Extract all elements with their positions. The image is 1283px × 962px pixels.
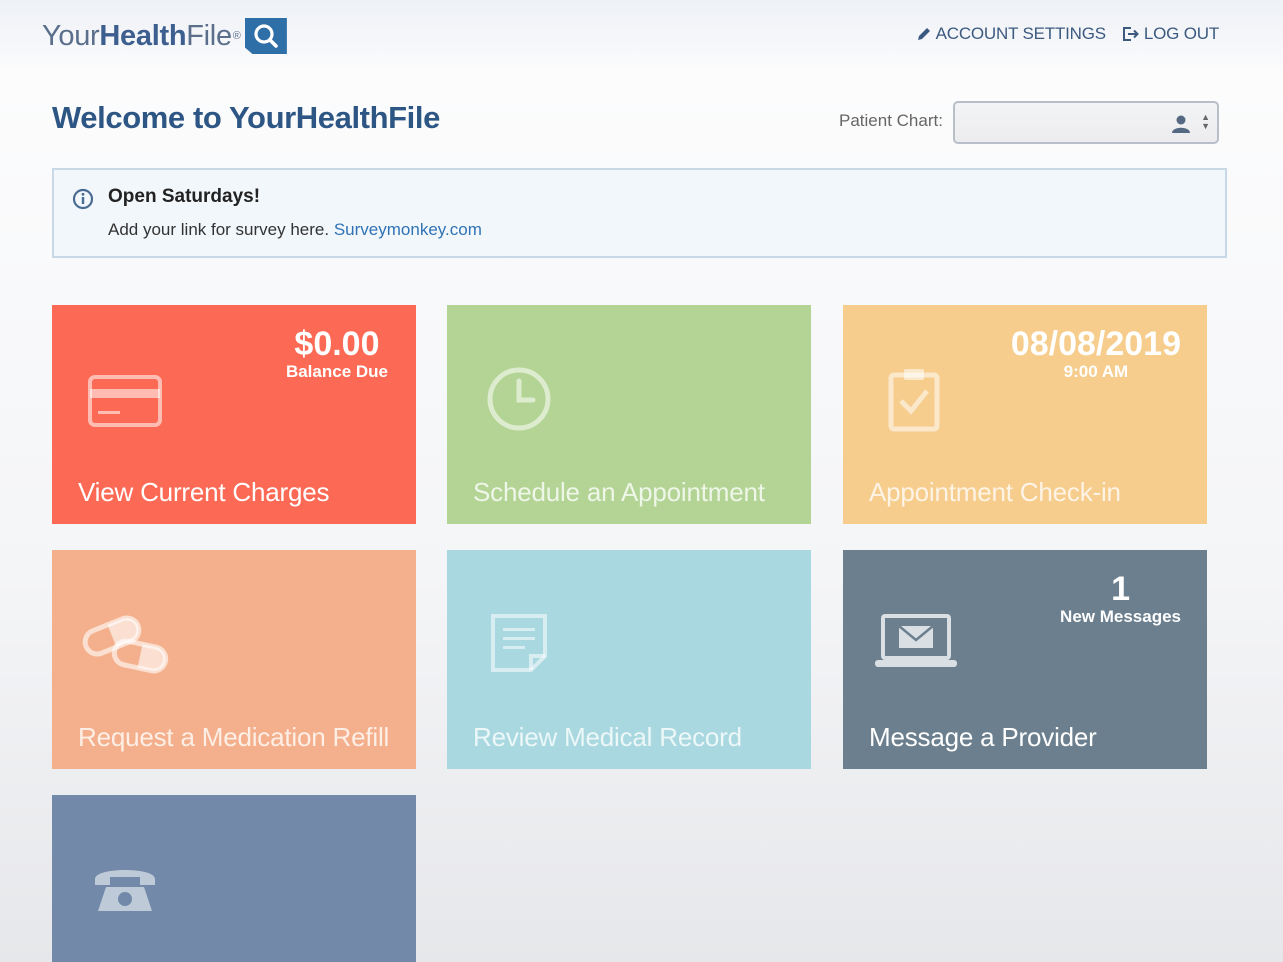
tile-appointment-check-in[interactable]: 08/08/2019 9:00 AM Appointment Check-in: [843, 305, 1207, 524]
pencil-icon: [917, 28, 930, 40]
tile-label: Appointment Check-in: [869, 477, 1121, 507]
logo[interactable]: YourHealthFile ®: [42, 16, 287, 56]
log-out-link[interactable]: LOG OUT: [1122, 24, 1219, 44]
notice-body: Add your link for survey here. Surveymon…: [108, 220, 482, 240]
document-icon: [491, 614, 547, 672]
search-icon: [244, 18, 287, 54]
info-icon: [72, 188, 94, 210]
notice-text: Add your link for survey here.: [108, 220, 330, 239]
logout-icon: [1122, 27, 1139, 41]
clock-icon: [487, 367, 551, 431]
top-bar: YourHealthFile ® ACCOUNT SETTINGS LOG OU…: [0, 0, 1283, 72]
tile-review-medical-record[interactable]: Review Medical Record: [447, 550, 811, 769]
tile-label: Review Medical Record: [473, 722, 742, 752]
notice-banner: Open Saturdays! Add your link for survey…: [52, 168, 1227, 258]
tile-message-provider[interactable]: 1 New Messages Message a Provider: [843, 550, 1207, 769]
pills-icon: [82, 615, 169, 674]
account-settings-link[interactable]: ACCOUNT SETTINGS: [916, 24, 1106, 44]
messages-caption: New Messages: [1060, 607, 1181, 626]
tile-label: Schedule an Appointment: [473, 477, 765, 507]
select-arrows-icon: ▲ ▼: [1201, 112, 1210, 131]
patient-chart-select[interactable]: ▲ ▼: [953, 101, 1219, 144]
logo-registered-mark: ®: [232, 30, 241, 42]
tile-label: Request a Medication Refill: [78, 722, 390, 752]
appointment-stat: 08/08/2019 9:00 AM: [1011, 325, 1181, 381]
log-out-label: LOG OUT: [1143, 24, 1219, 43]
tile-schedule-appointment[interactable]: Schedule an Appointment: [447, 305, 811, 524]
tile-contact-phone[interactable]: [52, 795, 416, 962]
tile-label: View Current Charges: [78, 477, 330, 507]
page: YourHealthFile ® ACCOUNT SETTINGS LOG OU…: [0, 0, 1283, 962]
appointment-time: 9:00 AM: [1063, 362, 1129, 381]
tile-view-current-charges[interactable]: $0.00 Balance Due View Current Charges: [52, 305, 416, 524]
notice-title: Open Saturdays!: [108, 186, 261, 207]
laptop-mail-icon: [875, 614, 957, 667]
telephone-icon: [95, 870, 155, 911]
page-title: Welcome to YourHealthFile: [52, 100, 440, 135]
messages-stat: 1 New Messages: [1060, 570, 1181, 626]
account-settings-label: ACCOUNT SETTINGS: [935, 24, 1106, 43]
tile-request-medication-refill[interactable]: Request a Medication Refill: [52, 550, 416, 769]
balance-stat: $0.00 Balance Due: [286, 325, 388, 381]
tile-label: Message a Provider: [869, 722, 1097, 752]
messages-count: 1: [1111, 570, 1130, 608]
survey-link[interactable]: Surveymonkey.com: [334, 220, 482, 239]
balance-caption: Balance Due: [285, 362, 388, 381]
clipboard-check-icon: [888, 369, 940, 432]
patient-chart-label: Patient Chart:: [839, 111, 943, 130]
top-links: ACCOUNT SETTINGS LOG OUT: [916, 24, 1219, 44]
user-icon: [1172, 115, 1190, 133]
credit-card-icon: [88, 375, 162, 427]
logo-text: YourHealthFile: [42, 19, 232, 52]
appointment-date: 08/08/2019: [1010, 325, 1181, 363]
balance-value: $0.00: [294, 325, 380, 363]
